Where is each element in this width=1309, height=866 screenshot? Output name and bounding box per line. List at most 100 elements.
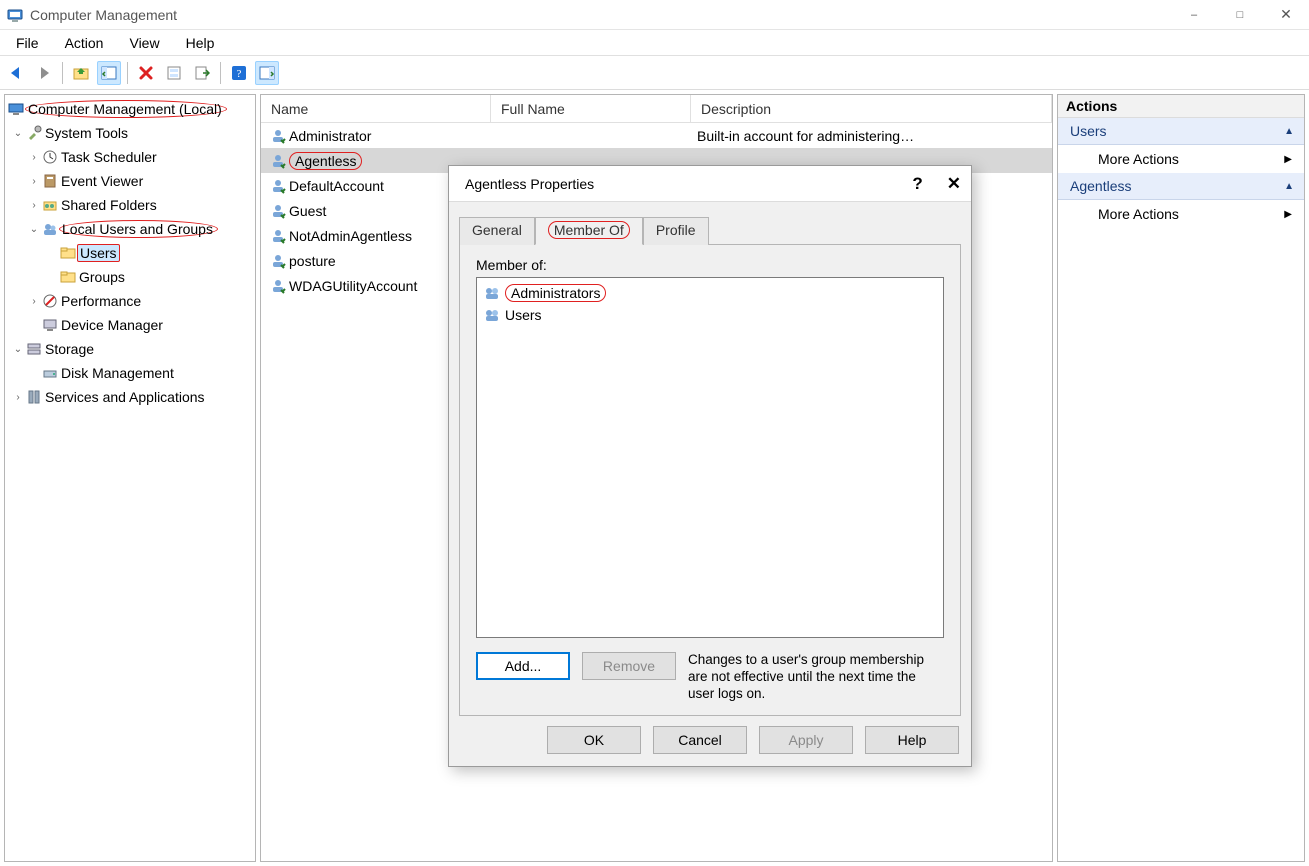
- twisty-icon[interactable]: ›: [27, 152, 41, 163]
- user-icon: [267, 128, 289, 144]
- apply-button[interactable]: Apply: [759, 726, 853, 754]
- user-icon: [267, 203, 289, 219]
- tree-pane[interactable]: Computer Management (Local) ⌄ System Too…: [4, 94, 256, 862]
- title-bar: Computer Management – □ ✕: [0, 0, 1309, 30]
- dialog-close-button[interactable]: ✕: [947, 174, 961, 194]
- tree-task-scheduler[interactable]: Task Scheduler: [59, 149, 157, 165]
- twisty-icon[interactable]: ⌄: [11, 128, 25, 139]
- window-title: Computer Management: [30, 7, 177, 23]
- list-cell-description: Built-in account for administering…: [697, 128, 1052, 144]
- folder-icon: [59, 245, 77, 261]
- twisty-icon[interactable]: ⌄: [27, 224, 41, 235]
- dialog-title-bar: Agentless Properties ? ✕: [449, 166, 971, 202]
- tree-system-tools[interactable]: System Tools: [43, 125, 128, 141]
- add-button[interactable]: Add...: [476, 652, 570, 680]
- toolbar-back-button[interactable]: [4, 61, 28, 85]
- toolbar-export-list-button[interactable]: [190, 61, 214, 85]
- toolbar: ?: [0, 56, 1309, 90]
- device-manager-icon: [41, 317, 59, 333]
- list-header: Name Full Name Description: [261, 95, 1052, 123]
- col-name[interactable]: Name: [261, 95, 491, 122]
- member-of-item-label: Users: [505, 307, 542, 323]
- clock-icon: [41, 149, 59, 165]
- shared-folder-icon: [41, 197, 59, 213]
- list-row[interactable]: Administrator Built-in account for admini…: [261, 123, 1052, 148]
- menu-action[interactable]: Action: [53, 32, 116, 54]
- window-close-button[interactable]: ✕: [1263, 0, 1309, 30]
- actions-more-actions-agentless[interactable]: More Actions ▶: [1058, 200, 1304, 228]
- toolbar-help-button[interactable]: ?: [227, 61, 251, 85]
- member-of-item[interactable]: Users: [481, 304, 939, 326]
- tab-member-of[interactable]: Member Of: [535, 217, 643, 245]
- tree-local-users-groups[interactable]: Local Users and Groups: [59, 220, 218, 238]
- tree-device-manager[interactable]: Device Manager: [59, 317, 163, 333]
- chevron-right-icon: ▶: [1284, 209, 1292, 220]
- actions-header: Actions: [1058, 95, 1304, 118]
- actions-section-users-label: Users: [1070, 123, 1107, 139]
- toolbar-separator: [220, 62, 221, 84]
- membership-note: Changes to a user's group membership are…: [688, 652, 944, 703]
- menu-view[interactable]: View: [117, 32, 171, 54]
- tab-profile[interactable]: Profile: [643, 217, 709, 245]
- tree-users[interactable]: Users: [77, 244, 120, 262]
- user-icon: [267, 253, 289, 269]
- services-icon: [25, 389, 43, 405]
- actions-section-agentless[interactable]: Agentless ▲: [1058, 173, 1304, 200]
- ok-button[interactable]: OK: [547, 726, 641, 754]
- tree-event-viewer[interactable]: Event Viewer: [59, 173, 143, 189]
- toolbar-delete-button[interactable]: [134, 61, 158, 85]
- tree-performance[interactable]: Performance: [59, 293, 141, 309]
- group-icon: [483, 285, 501, 301]
- twisty-icon[interactable]: ›: [27, 200, 41, 211]
- toolbar-up-button[interactable]: [69, 61, 93, 85]
- menu-help[interactable]: Help: [174, 32, 227, 54]
- dialog-help-button[interactable]: ?: [912, 174, 922, 194]
- actions-more-actions-label: More Actions: [1098, 151, 1179, 167]
- dialog-footer: OK Cancel Apply Help: [449, 716, 971, 766]
- window-maximize-button[interactable]: □: [1217, 0, 1263, 30]
- performance-icon: [41, 293, 59, 309]
- users-icon: [41, 221, 59, 237]
- computer-icon: [7, 101, 25, 117]
- tree-groups[interactable]: Groups: [77, 269, 125, 285]
- menu-file[interactable]: File: [4, 32, 51, 54]
- remove-button[interactable]: Remove: [582, 652, 676, 680]
- user-icon: [267, 153, 289, 169]
- member-of-item[interactable]: Administrators: [481, 282, 939, 304]
- folder-icon: [59, 269, 77, 285]
- actions-more-actions-users[interactable]: More Actions ▶: [1058, 145, 1304, 173]
- tab-general[interactable]: General: [459, 217, 535, 245]
- tree-root[interactable]: Computer Management (Local): [25, 100, 227, 118]
- member-of-list[interactable]: Administrators Users: [476, 277, 944, 638]
- storage-icon: [25, 341, 43, 357]
- tree-services-applications[interactable]: Services and Applications: [43, 389, 205, 405]
- window-minimize-button[interactable]: –: [1171, 0, 1217, 30]
- tree-disk-management[interactable]: Disk Management: [59, 365, 174, 381]
- tree-shared-folders[interactable]: Shared Folders: [59, 197, 157, 213]
- col-full-name[interactable]: Full Name: [491, 95, 691, 122]
- toolbar-separator: [62, 62, 63, 84]
- toolbar-forward-button[interactable]: [32, 61, 56, 85]
- twisty-icon[interactable]: ⌄: [11, 344, 25, 355]
- actions-more-actions-label: More Actions: [1098, 206, 1179, 222]
- twisty-icon[interactable]: ›: [11, 392, 25, 403]
- svg-text:?: ?: [237, 68, 242, 80]
- chevron-right-icon: ▶: [1284, 154, 1292, 165]
- help-button[interactable]: Help: [865, 726, 959, 754]
- twisty-icon[interactable]: ›: [27, 176, 41, 187]
- list-cell-name: Administrator: [289, 128, 497, 144]
- collapse-icon: ▲: [1284, 181, 1294, 192]
- cancel-button[interactable]: Cancel: [653, 726, 747, 754]
- book-icon: [41, 173, 59, 189]
- tab-body-member-of: Member of: AdministratorsUsers Add... Re…: [459, 244, 961, 716]
- actions-section-users[interactable]: Users ▲: [1058, 118, 1304, 145]
- tree-storage[interactable]: Storage: [43, 341, 94, 357]
- user-icon: [267, 228, 289, 244]
- toolbar-refresh-button[interactable]: [162, 61, 186, 85]
- col-description[interactable]: Description: [691, 95, 1052, 122]
- twisty-icon[interactable]: ›: [27, 296, 41, 307]
- group-icon: [483, 307, 501, 323]
- toolbar-show-hide-action-pane-button[interactable]: [255, 61, 279, 85]
- toolbar-show-hide-tree-button[interactable]: [97, 61, 121, 85]
- tools-icon: [25, 125, 43, 141]
